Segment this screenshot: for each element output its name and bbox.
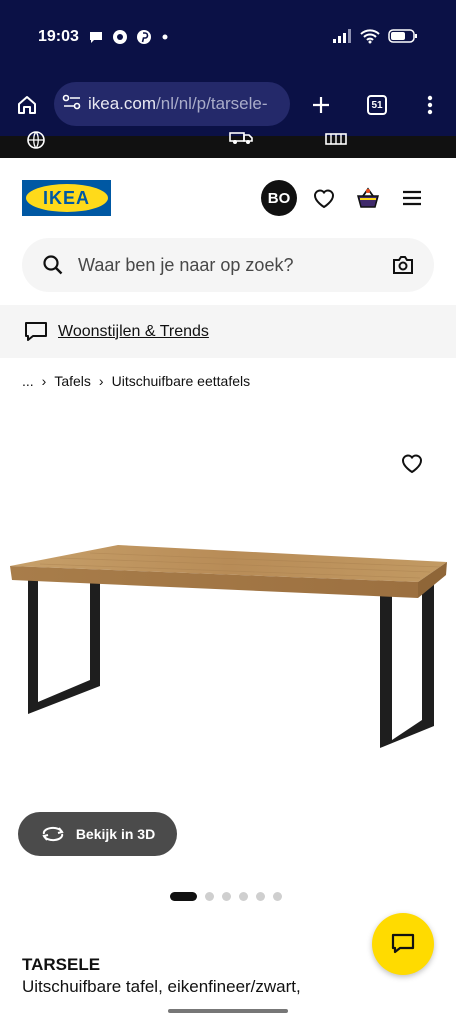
gallery-dot[interactable] bbox=[273, 892, 282, 901]
battery-icon bbox=[388, 29, 417, 43]
ikea-logo[interactable]: IKEA bbox=[22, 180, 111, 216]
shopping-basket-icon[interactable] bbox=[354, 184, 382, 212]
address-bar[interactable]: ikea.com/nl/nl/p/tarsele- bbox=[54, 82, 290, 126]
pinterest-icon bbox=[137, 30, 151, 44]
product-wishlist-heart-icon[interactable] bbox=[398, 450, 426, 476]
url-path: /nl/nl/p/tarsele- bbox=[156, 94, 268, 113]
url-domain: ikea.com bbox=[88, 94, 157, 113]
camera-search-icon[interactable] bbox=[392, 255, 414, 275]
gallery-pagination bbox=[170, 892, 282, 901]
store-icon[interactable] bbox=[324, 130, 348, 146]
new-tab-icon[interactable] bbox=[308, 92, 334, 118]
gallery-dot[interactable] bbox=[239, 892, 248, 901]
gallery-dot[interactable] bbox=[222, 892, 231, 901]
breadcrumb: ... › Tafels › Uitschuifbare eettafels bbox=[22, 373, 250, 389]
rotate-3d-icon bbox=[42, 826, 64, 842]
product-description: Uitschuifbare tafel, eikenfineer/zwart, bbox=[22, 977, 301, 996]
more-menu-icon[interactable] bbox=[418, 92, 442, 118]
status-time: 19:03 bbox=[38, 28, 79, 45]
table-top bbox=[10, 545, 447, 598]
tab-switcher-button[interactable]: 51 bbox=[364, 92, 390, 118]
home-icon[interactable] bbox=[14, 92, 40, 118]
status-bar: 19:03 bbox=[0, 0, 456, 76]
delivery-truck-icon[interactable] bbox=[228, 130, 254, 146]
top-utility-strip bbox=[0, 131, 456, 158]
breadcrumb-item-tafels[interactable]: Tafels bbox=[54, 373, 91, 389]
promo-link[interactable]: Woonstijlen & Trends bbox=[58, 323, 209, 341]
hamburger-menu-icon[interactable] bbox=[398, 184, 426, 212]
tab-count: 51 bbox=[371, 99, 383, 111]
globe-icon[interactable] bbox=[26, 130, 46, 150]
gallery-dot[interactable] bbox=[205, 892, 214, 901]
speech-bubble-icon bbox=[25, 321, 47, 341]
home-indicator[interactable] bbox=[168, 1009, 288, 1013]
url-text: ikea.com/nl/nl/p/tarsele- bbox=[88, 94, 268, 114]
breadcrumb-item-uitschuifbare-eettafels[interactable]: Uitschuifbare eettafels bbox=[112, 373, 251, 389]
search-bar[interactable] bbox=[22, 238, 434, 292]
search-icon bbox=[43, 255, 63, 275]
view-in-3d-label: Bekijk in 3D bbox=[75, 826, 156, 842]
view-in-3d-button[interactable]: Bekijk in 3D bbox=[18, 812, 177, 856]
chevron-right-icon: › bbox=[98, 373, 104, 389]
signal-icon bbox=[333, 29, 351, 43]
chat-button[interactable] bbox=[372, 913, 434, 975]
breadcrumb-ellipsis[interactable]: ... bbox=[22, 373, 34, 389]
chrome-icon bbox=[113, 30, 127, 44]
dot-icon bbox=[162, 34, 168, 40]
wifi-icon bbox=[360, 29, 380, 44]
promo-bar[interactable]: Woonstijlen & Trends bbox=[0, 305, 456, 358]
profile-avatar[interactable]: BO bbox=[261, 180, 297, 216]
wishlist-heart-icon[interactable] bbox=[310, 184, 338, 212]
table-legs bbox=[28, 578, 434, 748]
chevron-right-icon: › bbox=[41, 373, 47, 389]
logo-text: IKEA bbox=[42, 187, 90, 208]
product-name: TARSELE bbox=[22, 955, 101, 974]
chat-bubble-icon bbox=[391, 933, 415, 954]
gallery-dot[interactable] bbox=[170, 892, 197, 901]
gallery-dot[interactable] bbox=[256, 892, 265, 901]
search-input[interactable] bbox=[76, 253, 380, 277]
product-image[interactable] bbox=[0, 520, 456, 760]
chat-icon bbox=[90, 32, 102, 43]
site-settings-icon[interactable] bbox=[62, 93, 82, 116]
